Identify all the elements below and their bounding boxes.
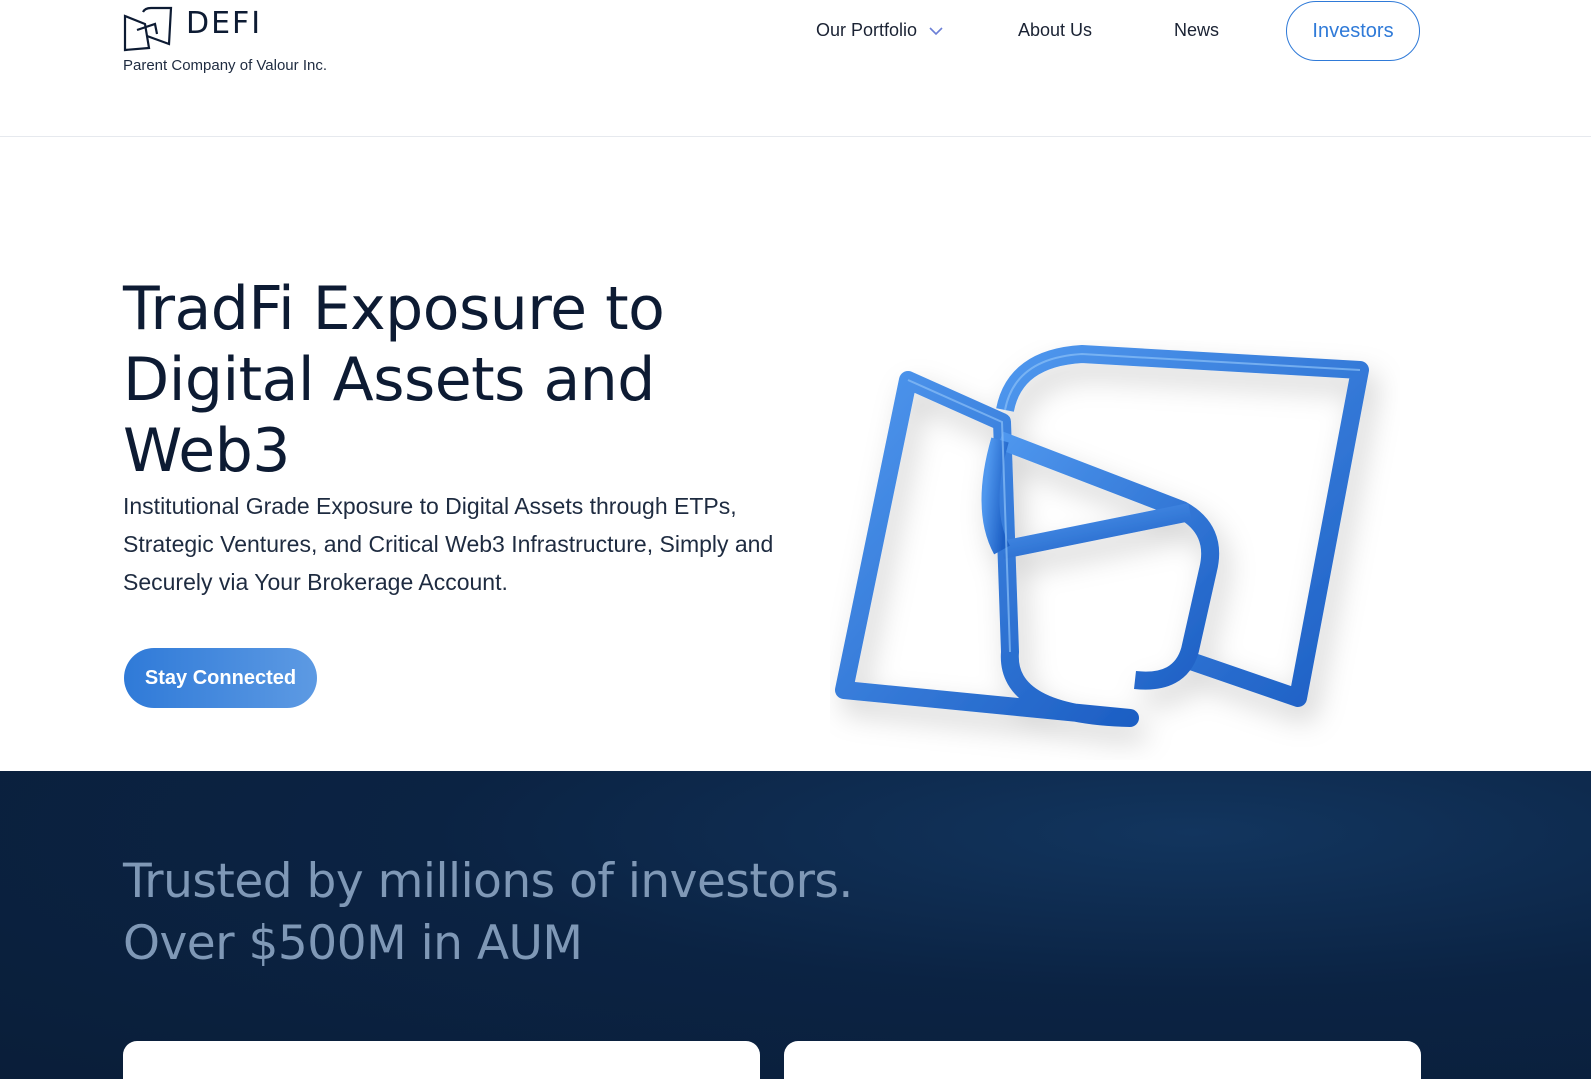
chevron-down-icon [929,26,943,35]
trust-section: Trusted by millions of investors. Over $… [0,771,1591,1079]
defi-3d-logo-icon [835,345,1369,727]
trust-line-investors: Trusted by millions of investors. [123,854,853,909]
trust-heading: Trusted by millions of investors. Over $… [123,851,853,975]
nav-about-us[interactable]: About Us [1018,20,1092,41]
stay-connected-button[interactable]: Stay Connected [124,648,317,708]
hero-description: Institutional Grade Exposure to Digital … [123,493,774,595]
site-header: DEFI Parent Company of Valour Inc. Our P… [0,0,1591,137]
hero-title: TradFi Exposure to Digital Assets and We… [123,274,665,486]
feature-card [784,1041,1421,1079]
nav-our-portfolio[interactable]: Our Portfolio [816,20,943,41]
nav-our-portfolio-label: Our Portfolio [816,20,918,40]
nav-news[interactable]: News [1174,20,1219,41]
investors-button[interactable]: Investors [1286,1,1420,61]
feature-card [123,1041,760,1079]
main-nav: Our Portfolio About Us News Investors [0,0,1591,62]
trust-line-aum: Over $500M in AUM [123,916,583,971]
